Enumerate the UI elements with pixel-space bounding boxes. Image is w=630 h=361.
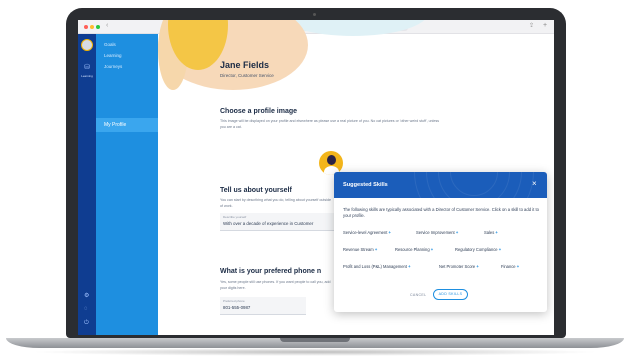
about-section-title: Tell us about yourself	[220, 187, 292, 194]
skill-chip-sales[interactable]: Sales +	[484, 230, 498, 235]
plus-icon: +	[430, 247, 434, 252]
user-avatar[interactable]	[81, 39, 93, 51]
skill-label: Revenue Stream	[343, 247, 374, 252]
skill-chip-service-level-agreement[interactable]: Service-level Agreement +	[343, 230, 391, 235]
skill-label: Net Promoter Score	[439, 264, 476, 269]
profile-role: Director, Customer Service	[220, 73, 274, 78]
skill-label: Resource Planning	[395, 247, 430, 252]
describe-yourself-field[interactable]: Describe yourself With over a decade of …	[220, 213, 334, 231]
plus-icon: +	[388, 230, 391, 235]
close-icon[interactable]: ×	[532, 179, 537, 188]
laptop-shadow	[30, 348, 600, 356]
skill-label: Profit and Loss (P&L) Management	[343, 264, 407, 269]
share-icon[interactable]: ⇪	[529, 22, 534, 29]
phone-section-title: What is your prefered phone n	[220, 268, 322, 275]
skill-chip-regulatory-compliance[interactable]: Regulatory Compliance +	[455, 247, 501, 252]
image-section-title: Choose a profile image	[220, 108, 298, 115]
field-value: With over a decade of experience in Cust…	[223, 221, 314, 226]
suggested-skills-modal: Suggested Skills × The following skills …	[334, 172, 547, 312]
skill-chip-service-improvement[interactable]: Service Improvement +	[416, 230, 458, 235]
plus-icon: +	[495, 230, 498, 235]
skill-chip-resource-planning[interactable]: Resource Planning +	[395, 247, 433, 252]
sidebar: Goals Learning Journeys My Profile	[96, 34, 158, 335]
modal-description: The following skills are typically assoc…	[343, 207, 539, 218]
cancel-button[interactable]: CANCEL	[410, 293, 426, 297]
close-window-icon[interactable]	[84, 25, 88, 29]
plus-icon: +	[408, 264, 411, 269]
plus-icon: +	[374, 247, 378, 252]
minimize-window-icon[interactable]	[90, 25, 94, 29]
plus-icon: +	[476, 264, 479, 269]
sidebar-item-journeys[interactable]: Journeys	[104, 64, 122, 69]
field-label: Describe yourself	[223, 215, 247, 219]
profile-name: Jane Fields	[220, 60, 270, 70]
help-icon[interactable]: ◌	[84, 306, 88, 312]
phone-field[interactable]: Preferred phone 801-555-0987	[220, 297, 306, 315]
field-label: Preferred phone	[223, 299, 245, 303]
skill-label: Finance	[501, 264, 516, 269]
screen: ‹ www.company.workaboard.com ⇪ + ⛁ Learn…	[78, 20, 554, 335]
add-skills-button[interactable]: ADD SKILLS	[433, 289, 468, 300]
maximize-window-icon[interactable]	[96, 25, 100, 29]
camera-icon	[313, 13, 316, 16]
avatar-head	[327, 155, 336, 165]
settings-icon[interactable]: ⚙	[84, 292, 89, 299]
sidebar-item-goals[interactable]: Goals	[104, 42, 116, 47]
phone-section-desc: Yes, some people still use phones. If yo…	[220, 280, 331, 290]
plus-icon: +	[516, 264, 520, 269]
modal-header: Suggested Skills ×	[334, 172, 547, 198]
skill-label: Service Improvement	[416, 230, 455, 235]
about-section-desc: You can start by describing what you do,…	[220, 198, 331, 208]
new-tab-icon[interactable]: +	[543, 22, 547, 29]
icon-rail: ⛁ Learning ⚙ ◌ ⏻	[78, 34, 96, 335]
rail-learning-label[interactable]: Learning	[78, 74, 96, 78]
plus-icon: +	[498, 247, 502, 252]
skill-label: Regulatory Compliance	[455, 247, 498, 252]
logout-icon[interactable]: ⏻	[84, 320, 89, 327]
laptop-mockup: ‹ www.company.workaboard.com ⇪ + ⛁ Learn…	[0, 0, 630, 361]
skill-label: Sales	[484, 230, 495, 235]
sidebar-item-label: My Profile	[104, 122, 127, 128]
skill-chip-revenue-stream[interactable]: Revenue Stream +	[343, 247, 377, 252]
skill-chip-finance[interactable]: Finance +	[501, 264, 519, 269]
sidebar-item-learning[interactable]: Learning	[104, 53, 122, 58]
back-icon[interactable]: ‹	[106, 22, 108, 29]
skill-chip-net-promoter-score[interactable]: Net Promoter Score +	[439, 264, 479, 269]
sidebar-item-my-profile[interactable]: My Profile	[96, 118, 158, 132]
modal-title: Suggested Skills	[343, 182, 388, 188]
image-section-desc: This image will be displayed on your pro…	[220, 119, 440, 129]
plus-icon: +	[455, 230, 459, 235]
field-value: 801-555-0987	[223, 305, 251, 310]
skill-chip-profit-and-loss-management[interactable]: Profit and Loss (P&L) Management +	[343, 264, 411, 269]
laptop-notch	[280, 338, 350, 342]
learning-icon[interactable]: ⛁	[83, 64, 91, 72]
skill-label: Service-level Agreement	[343, 230, 388, 235]
